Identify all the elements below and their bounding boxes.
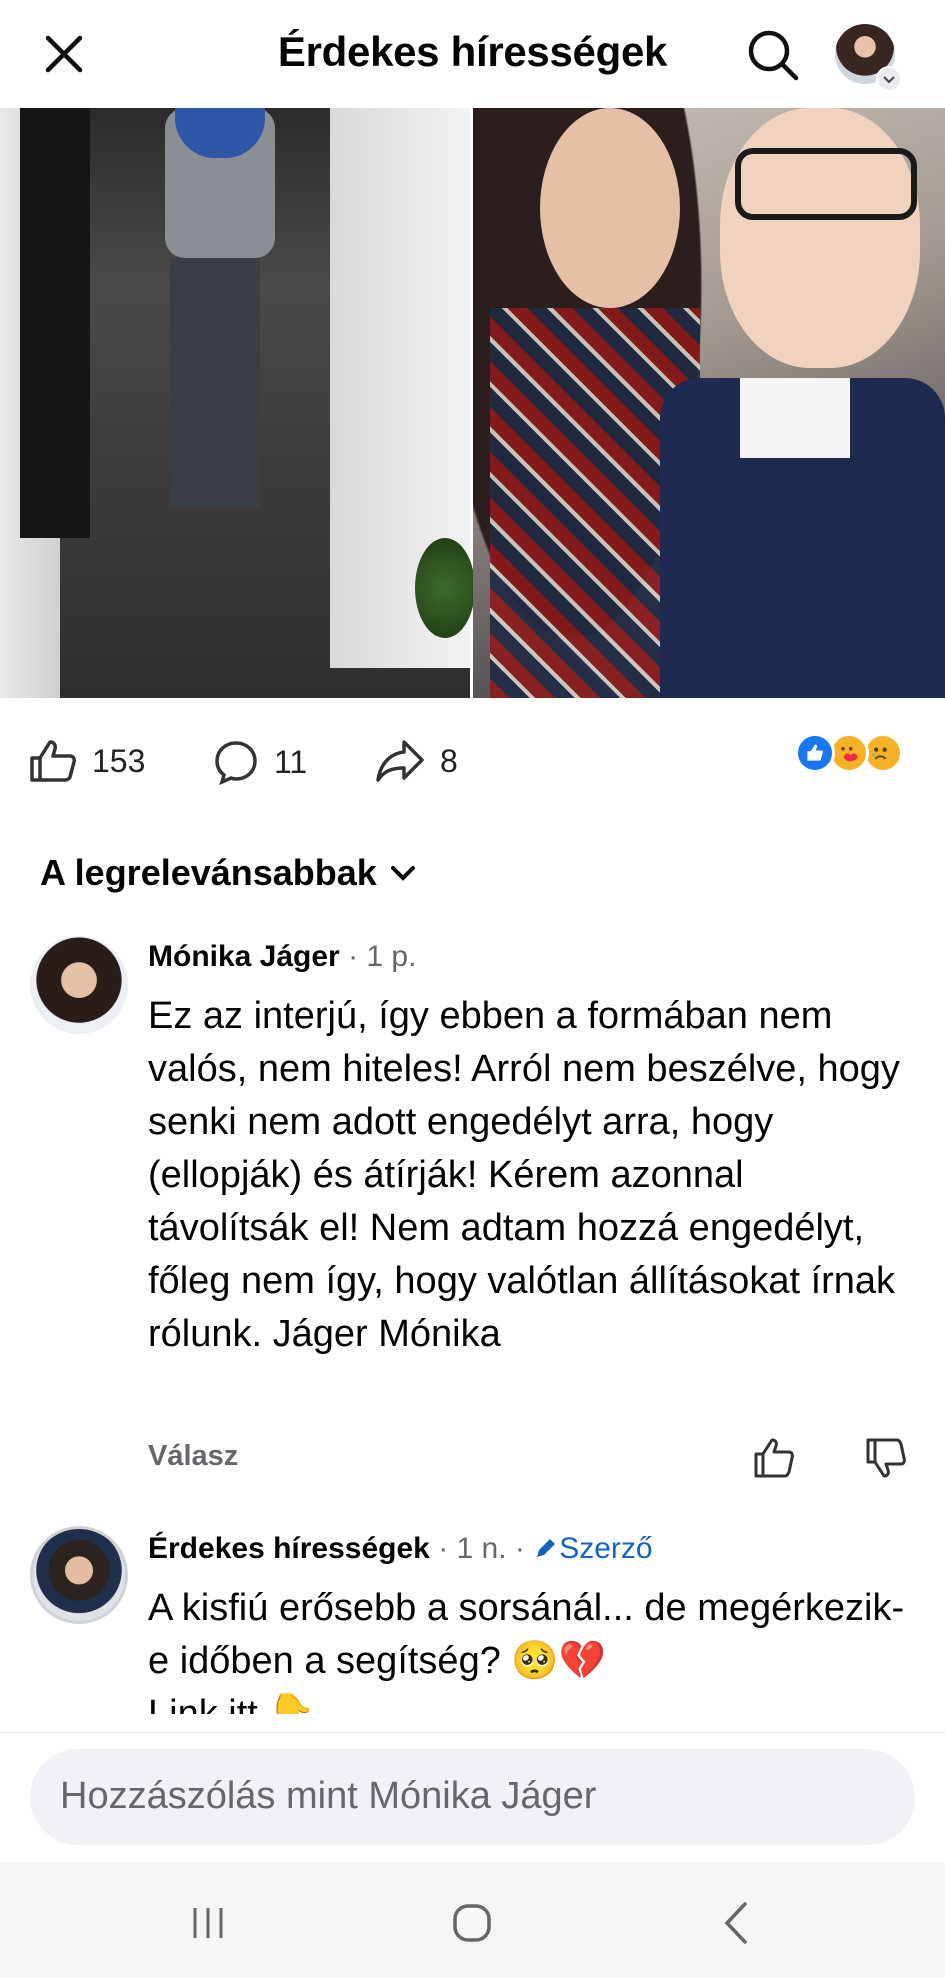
photo-boy-glasses [735,148,917,220]
upvote-icon[interactable] [752,1436,796,1480]
page-title: Érdekes hírességek [277,28,668,75]
care-reaction-icon [829,733,869,773]
comment-timestamp: · 1 n. · [429,1532,534,1565]
like-reaction-icon [795,733,835,773]
comment-header: Mónika Jáger · 1 p. [148,940,416,974]
downvote-icon[interactable] [864,1436,908,1480]
recent-apps-icon[interactable] [183,1898,233,1948]
avatar[interactable] [30,1526,128,1624]
comment-text: Ez az interjú, így ebben a formában nem … [148,995,900,1355]
comment-header: Érdekes hírességek · 1 n. · Szerző [148,1532,653,1566]
comment-link-line[interactable]: Link itt 👇 [148,1688,908,1714]
photo-boy-face [720,108,920,368]
system-nav-bar [0,1862,945,1978]
share-count: 8 [440,742,458,779]
account-switch-badge[interactable] [876,66,902,92]
comment-count: 11 [274,743,308,780]
chevron-down-icon [883,76,895,84]
comment-icon [215,741,257,786]
post-photos[interactable] [0,108,945,698]
back-icon[interactable] [713,1898,763,1948]
chevron-down-icon [390,866,415,881]
close-icon[interactable] [40,30,88,78]
comment-timestamp: · 1 p. [339,940,417,973]
comment-sort-dropdown[interactable]: A legrelevánsabbak [40,852,417,894]
comment-text-line: A kisfiú erősebb a sorsánál... de megérk… [148,1587,905,1682]
like-stat[interactable]: 153 [28,738,145,784]
comment-author-name[interactable]: Érdekes hírességek [148,1532,430,1565]
comment-author-name[interactable]: Mónika Jáger [148,940,340,973]
home-icon[interactable] [447,1898,497,1948]
comment-composer-bar: Hozzászólás mint Mónika Jáger [0,1732,945,1863]
comment-input-placeholder: Hozzászólás mint Mónika Jáger [60,1775,597,1817]
photo-boy-collar [740,378,850,458]
sort-label: A legrelevánsabbak [40,852,377,893]
share-icon [376,740,424,782]
comment-input[interactable]: Hozzászólás mint Mónika Jáger [30,1749,915,1845]
comment-stat[interactable]: 11 [212,738,307,786]
photo-woman-face [540,108,680,308]
top-bar: Érdekes hírességek [0,0,945,108]
like-icon [30,740,76,782]
author-badge: Szerző [559,1532,653,1565]
pencil-icon [537,1539,556,1557]
search-icon[interactable] [744,26,802,84]
photo-hallway-door [20,108,90,538]
photo-child-walker [170,258,260,508]
reply-button[interactable]: Válasz [148,1440,238,1473]
photo-plant [415,538,475,638]
avatar[interactable] [30,936,128,1034]
sad-reaction-icon [863,733,903,773]
share-stat[interactable]: 8 [374,738,458,784]
like-count: 153 [92,742,146,779]
comment-text: A kisfiú erősebb a sorsánál... de megérk… [148,1582,908,1714]
reaction-icons[interactable] [795,733,920,775]
